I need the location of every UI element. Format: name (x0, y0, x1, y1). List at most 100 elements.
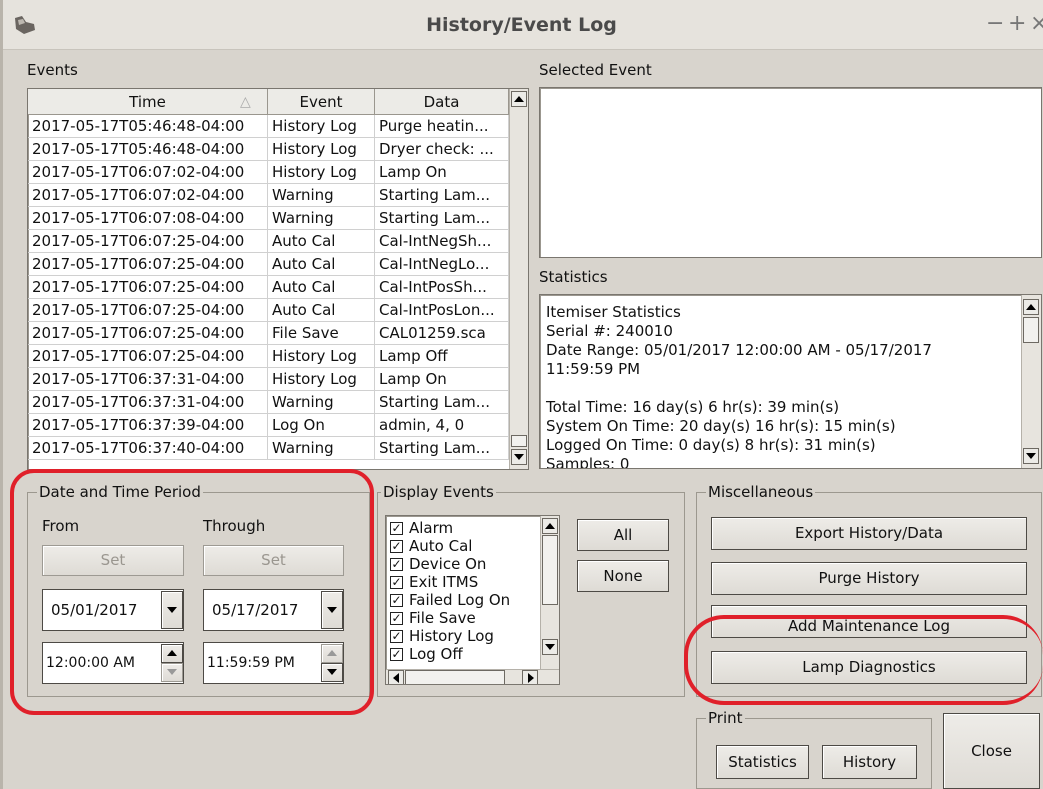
annotation-highlight-lamp-diagnostics (684, 615, 1043, 705)
event-filter-item[interactable]: ✓ Log Off (390, 645, 540, 663)
selected-event-textbox[interactable] (539, 87, 1042, 258)
scroll-thumb[interactable] (511, 435, 527, 447)
scroll-up-button[interactable] (542, 518, 558, 534)
all-button[interactable]: All (577, 519, 669, 551)
data-cell: Starting Lam... (375, 207, 509, 230)
event-cell: Auto Cal (268, 276, 375, 299)
statistics-textbox[interactable]: Itemiser Statistics Serial #: 240010 Date … (539, 294, 1042, 469)
data-cell: Cal-IntPosLon... (375, 299, 509, 322)
event-filter-label: Auto Cal (409, 537, 473, 555)
event-cell: Warning (268, 207, 375, 230)
maximize-button[interactable]: + (1008, 12, 1026, 36)
column-header-event[interactable]: Event (268, 89, 375, 115)
checkbox-checked-icon[interactable]: ✓ (390, 540, 403, 553)
column-header-label: Time (129, 93, 166, 111)
display-events-list[interactable]: ✓ Alarm ✓ Auto Cal ✓ Device On ✓ Exit ITMS ✓ Fail… (385, 515, 560, 685)
minimize-button[interactable]: − (986, 12, 1004, 36)
event-filter-item[interactable]: ✓ File Save (390, 609, 540, 627)
time-cell: 2017-05-17T05:46:48-04:00 (28, 115, 268, 138)
event-filter-item[interactable]: ✓ Exit ITMS (390, 573, 540, 591)
close-button[interactable]: Close (943, 713, 1040, 789)
data-cell: Cal-IntNegLo... (375, 253, 509, 276)
display-events-label: Display Events (381, 483, 496, 501)
event-filter-item[interactable]: ✓ Device On (390, 555, 540, 573)
export-history-button[interactable]: Export History/Data (711, 517, 1027, 550)
display-events-hscrollbar[interactable] (386, 669, 559, 684)
scroll-thumb[interactable] (1023, 317, 1039, 343)
table-row[interactable]: 2017-05-17T06:07:25-04:00 Auto Cal Cal-Int… (28, 276, 509, 299)
checkbox-checked-icon[interactable]: ✓ (390, 576, 403, 589)
scroll-down-button[interactable] (542, 639, 558, 655)
checkbox-checked-icon[interactable]: ✓ (390, 594, 403, 607)
column-header-time[interactable]: Time △ (28, 89, 268, 115)
statistics-line: 11:59:59 PM (546, 360, 641, 378)
scroll-thumb[interactable] (405, 670, 505, 684)
data-cell: Starting Lam... (375, 437, 509, 460)
table-row[interactable]: 2017-05-17T06:07:02-04:00 Warning Starting… (28, 184, 509, 207)
statistics-scrollbar[interactable] (1021, 295, 1041, 468)
scroll-right-button[interactable] (522, 670, 538, 684)
window-left-border (0, 0, 3, 789)
time-cell: 2017-05-17T06:07:25-04:00 (28, 253, 268, 276)
scroll-up-button[interactable] (1023, 299, 1039, 315)
table-row[interactable]: 2017-05-17T06:07:25-04:00 Auto Cal Cal-Int… (28, 299, 509, 322)
table-row[interactable]: 2017-05-17T06:07:08-04:00 Warning Starting… (28, 207, 509, 230)
table-row[interactable]: 2017-05-17T05:46:48-04:00 History Log Purg… (28, 115, 509, 138)
table-row[interactable]: 2017-05-17T06:07:25-04:00 Auto Cal Cal-Int… (28, 253, 509, 276)
scroll-down-button[interactable] (511, 449, 527, 465)
print-history-button[interactable]: History (822, 745, 917, 779)
time-cell: 2017-05-17T06:37:31-04:00 (28, 391, 268, 414)
time-cell: 2017-05-17T06:07:25-04:00 (28, 322, 268, 345)
table-row[interactable]: 2017-05-17T06:07:25-04:00 History Log Lamp… (28, 345, 509, 368)
table-row[interactable]: 2017-05-17T06:07:02-04:00 History Log Lamp… (28, 161, 509, 184)
event-cell: Warning (268, 437, 375, 460)
table-row[interactable]: 2017-05-17T06:07:25-04:00 Auto Cal Cal-Int… (28, 230, 509, 253)
events-scrollbar[interactable] (509, 89, 528, 469)
event-cell: History Log (268, 368, 375, 391)
data-cell: admin, 4, 0 (375, 414, 509, 437)
checkbox-checked-icon[interactable]: ✓ (390, 648, 403, 661)
print-statistics-button[interactable]: Statistics (716, 745, 809, 779)
none-button[interactable]: None (577, 560, 669, 592)
scroll-up-button[interactable] (511, 91, 527, 107)
table-row[interactable]: 2017-05-17T05:46:48-04:00 History Log Drye… (28, 138, 509, 161)
statistics-line: Date Range: 05/01/2017 12:00:00 AM - 05/… (546, 341, 932, 359)
close-window-button[interactable]: × (1030, 12, 1043, 36)
checkbox-checked-icon[interactable]: ✓ (390, 612, 403, 625)
arrow-down-icon (1026, 453, 1036, 459)
checkbox-checked-icon[interactable]: ✓ (390, 558, 403, 571)
sort-ascending-icon: △ (240, 94, 251, 110)
event-filter-label: Exit ITMS (409, 573, 479, 591)
column-header-data[interactable]: Data (375, 89, 509, 115)
table-row[interactable]: 2017-05-17T06:37:31-04:00 Warning Starting… (28, 391, 509, 414)
statistics-line: Logged On Time: 0 day(s) 8 hr(s): 31 min… (546, 436, 876, 454)
data-cell: Lamp Off (375, 345, 509, 368)
checkbox-checked-icon[interactable]: ✓ (390, 630, 403, 643)
arrow-down-icon (545, 644, 555, 650)
event-filter-item[interactable]: ✓ History Log (390, 627, 540, 645)
data-cell: Cal-IntPosSh... (375, 276, 509, 299)
arrow-up-icon (1026, 304, 1036, 310)
event-filter-item[interactable]: ✓ Auto Cal (390, 537, 540, 555)
scroll-thumb[interactable] (542, 535, 558, 605)
scroll-down-button[interactable] (1023, 448, 1039, 464)
data-cell: Cal-IntNegSh... (375, 230, 509, 253)
event-filter-item[interactable]: ✓ Failed Log On (390, 591, 540, 609)
statistics-line: Itemiser Statistics (546, 303, 681, 321)
statistics-label: Statistics (539, 268, 608, 286)
time-cell: 2017-05-17T06:37:39-04:00 (28, 414, 268, 437)
selected-event-label: Selected Event (539, 61, 652, 79)
event-filter-label: Log Off (409, 645, 463, 663)
table-row[interactable]: 2017-05-17T06:37:31-04:00 History Log Lamp… (28, 368, 509, 391)
time-cell: 2017-05-17T06:07:02-04:00 (28, 161, 268, 184)
events-table[interactable]: Time △ Event Data 2017-05-17T05:46:48-04… (27, 88, 529, 470)
scroll-left-button[interactable] (388, 670, 404, 684)
checkbox-checked-icon[interactable]: ✓ (390, 522, 403, 535)
table-row[interactable]: 2017-05-17T06:37:40-04:00 Warning Starting… (28, 437, 509, 460)
purge-history-button[interactable]: Purge History (711, 562, 1027, 595)
display-events-items: ✓ Alarm ✓ Auto Cal ✓ Device On ✓ Exit ITMS ✓ Fail… (390, 519, 540, 663)
table-row[interactable]: 2017-05-17T06:07:25-04:00 File Save CAL012… (28, 322, 509, 345)
display-events-vscrollbar[interactable] (540, 516, 559, 669)
table-row[interactable]: 2017-05-17T06:37:39-04:00 Log On admin, 4,… (28, 414, 509, 437)
event-filter-item[interactable]: ✓ Alarm (390, 519, 540, 537)
